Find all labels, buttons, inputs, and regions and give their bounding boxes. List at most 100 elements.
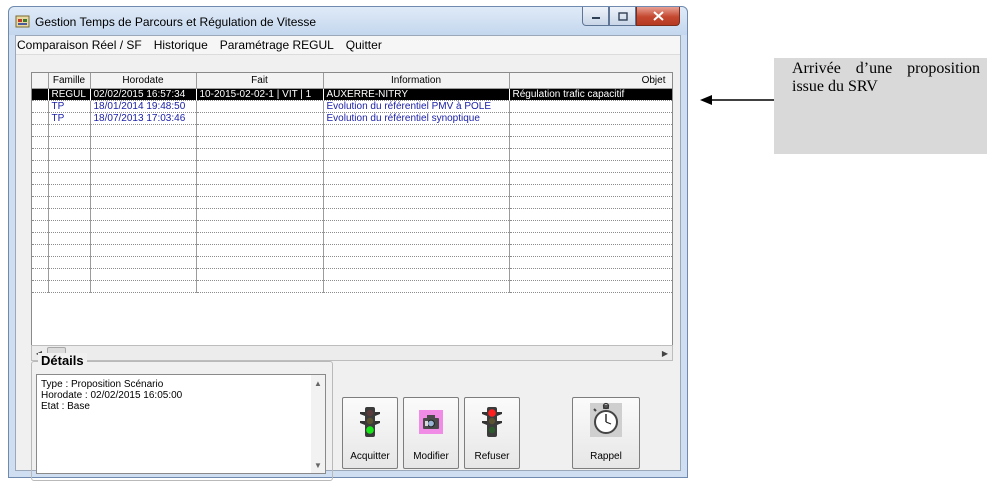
cell-horodate: [90, 172, 197, 185]
table-row[interactable]: TP 18/01/2014 19:48:50 Evolution du référe…: [32, 100, 672, 113]
cell-objet: [509, 100, 672, 113]
cell-horodate: [90, 256, 197, 269]
title-bar[interactable]: Gestion Temps de Parcours et Régulation …: [9, 7, 687, 35]
table-row[interactable]: REGUL 02/02/2015 16:57:34 10-2015-02-02-1 …: [32, 88, 672, 101]
app-icon: [15, 15, 30, 28]
table-row[interactable]: [32, 172, 672, 185]
cell-famille: [48, 268, 91, 281]
cell-fait: [196, 184, 324, 197]
cell-famille: TP: [48, 100, 91, 113]
table-row[interactable]: [32, 244, 672, 257]
cell-fait: [196, 280, 324, 293]
cell-information: [323, 268, 510, 281]
column-header-information[interactable]: Information: [323, 73, 510, 89]
cell-horodate: [90, 232, 197, 245]
cell-objet: Régulation trafic capacitif: [509, 88, 672, 101]
refuser-button[interactable]: Refuser: [464, 397, 520, 469]
row-selector[interactable]: [32, 88, 49, 101]
cell-horodate: [90, 220, 197, 233]
rappel-button[interactable]: Rappel: [572, 397, 640, 469]
column-header-fait[interactable]: Fait: [196, 73, 324, 89]
menu-comparaison[interactable]: Comparaison Réel / SF: [16, 38, 148, 52]
table-row[interactable]: [32, 196, 672, 209]
client-area: Comparaison Réel / SF Historique Paramét…: [15, 35, 681, 481]
cell-fait: [196, 160, 324, 173]
maximize-icon: [617, 11, 628, 21]
scroll-up-icon[interactable]: ▲: [311, 377, 325, 389]
table-row[interactable]: [32, 208, 672, 221]
annotation-callout: Arrivée d’une proposition issue du SRV: [774, 58, 987, 154]
details-group: Détails Type : Proposition Scénario Horo…: [31, 353, 333, 481]
table-row[interactable]: [32, 136, 672, 149]
details-etat: Etat : Base: [41, 401, 90, 412]
cell-objet: [509, 124, 672, 137]
cell-information: [323, 244, 510, 257]
menu-historique[interactable]: Historique: [148, 38, 214, 52]
cell-objet: [509, 160, 672, 173]
row-selector: [32, 244, 49, 257]
cell-objet: [509, 208, 672, 221]
events-table: Famille Horodate Fait Information Objet …: [32, 73, 672, 293]
cell-famille: [48, 220, 91, 233]
cell-horodate: 18/01/2014 19:48:50: [90, 100, 197, 113]
cell-objet: [509, 268, 672, 281]
table-row[interactable]: [32, 232, 672, 245]
cell-horodate: [90, 184, 197, 197]
close-button[interactable]: [636, 7, 680, 26]
menu-parametrage-regul[interactable]: Paramétrage REGUL: [214, 38, 340, 52]
row-selector: [32, 172, 49, 185]
cell-information: [323, 232, 510, 245]
cell-horodate: [90, 160, 197, 173]
row-selector: [32, 208, 49, 221]
scroll-down-icon[interactable]: ▼: [311, 459, 325, 471]
maximize-button[interactable]: [609, 7, 636, 26]
table-row[interactable]: [32, 148, 672, 161]
table-row[interactable]: [32, 220, 672, 233]
column-header-objet[interactable]: Objet: [509, 73, 672, 89]
row-selector: [32, 220, 49, 233]
cell-information: [323, 256, 510, 269]
cell-objet: [509, 172, 672, 185]
details-title: Détails: [38, 353, 87, 368]
refuser-label: Refuser: [474, 451, 510, 462]
row-selector: [32, 280, 49, 293]
cell-famille: [48, 160, 91, 173]
cell-horodate: 18/07/2013 17:03:46: [90, 112, 197, 125]
cell-horodate: [90, 124, 197, 137]
acquitter-label: Acquitter: [350, 451, 390, 462]
table-row[interactable]: [32, 280, 672, 293]
left-arrow-icon: [700, 95, 774, 105]
cell-famille: [48, 172, 91, 185]
column-header-horodate[interactable]: Horodate: [90, 73, 197, 89]
modifier-button[interactable]: Modifier: [403, 397, 459, 469]
camera-icon: [419, 410, 443, 434]
column-header-famille[interactable]: Famille: [48, 73, 91, 89]
events-grid[interactable]: Famille Horodate Fait Information Objet …: [31, 72, 673, 346]
horizontal-scrollbar[interactable]: ◀ ▶: [31, 345, 673, 361]
traffic-light-red-icon: [482, 407, 502, 437]
table-row[interactable]: [32, 268, 672, 281]
cell-information: [323, 136, 510, 149]
menu-quitter[interactable]: Quitter: [340, 38, 388, 52]
annotation-text: Arrivée d’une proposition issue du SRV: [792, 60, 980, 95]
cell-information: [323, 184, 510, 197]
cell-famille: [48, 136, 91, 149]
cell-famille: [48, 184, 91, 197]
table-row[interactable]: TP 18/07/2013 17:03:46 Evolution du référe…: [32, 112, 672, 125]
cell-famille: TP: [48, 112, 91, 125]
table-row[interactable]: [32, 184, 672, 197]
details-horodate: Horodate : 02/02/2015 16:05:00: [41, 390, 183, 401]
row-selector[interactable]: [32, 112, 49, 125]
minimize-button[interactable]: [582, 7, 609, 26]
table-row[interactable]: [32, 256, 672, 269]
details-textbox[interactable]: Type : Proposition Scénario Horodate : 0…: [36, 374, 326, 474]
scroll-right-icon[interactable]: ▶: [659, 347, 671, 359]
cell-horodate: [90, 268, 197, 281]
table-row[interactable]: [32, 160, 672, 173]
acquitter-button[interactable]: Acquitter: [342, 397, 398, 469]
table-row[interactable]: [32, 124, 672, 137]
row-selector[interactable]: [32, 100, 49, 113]
cell-fait: [196, 100, 324, 113]
details-vertical-scrollbar[interactable]: ▲ ▼: [311, 375, 325, 473]
row-selector: [32, 232, 49, 245]
